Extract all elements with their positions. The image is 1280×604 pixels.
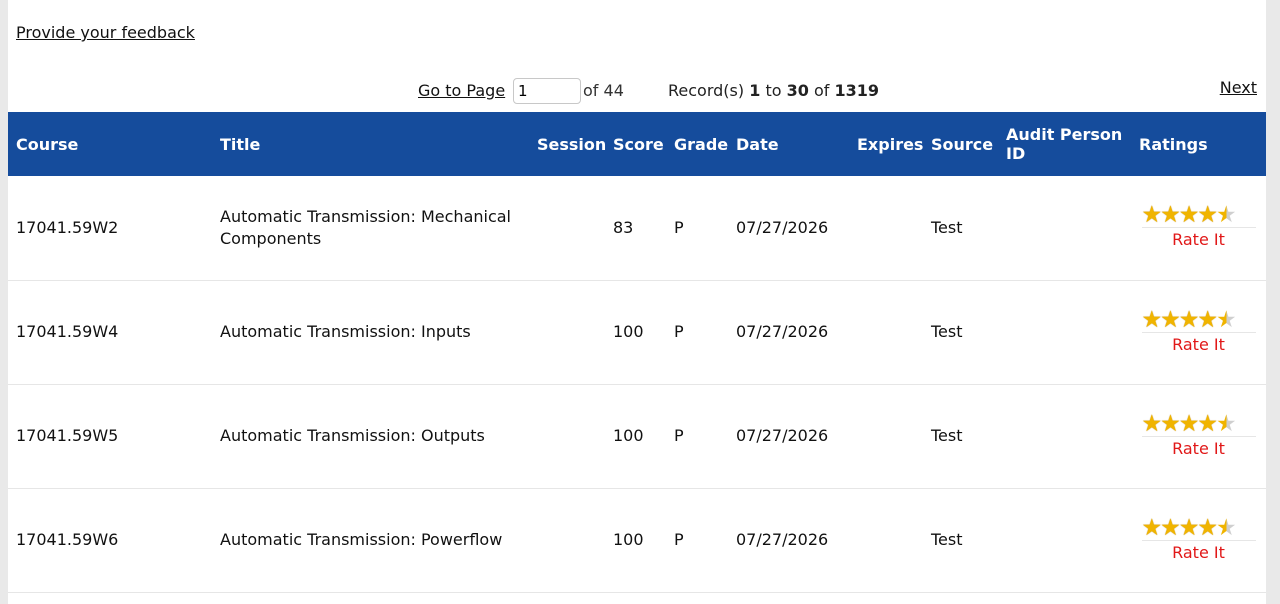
table-row: 17041.59W6 Automatic Transmission: Power… <box>8 488 1266 592</box>
rating-cell: ★★★★★ Rate It <box>1131 488 1266 592</box>
star-rating: ★★★★★ <box>1141 410 1256 437</box>
go-to-page-link[interactable]: Go to Page <box>418 81 505 100</box>
date-cell: 07/27/2026 <box>736 217 829 237</box>
transcript-table: Course Title Session Score Grade Date Ex… <box>8 112 1266 593</box>
audit-cell <box>998 280 1131 384</box>
rate-it-link[interactable]: Rate It <box>1139 334 1258 356</box>
records-summary: Record(s) 1 to 30 of 1319 <box>668 81 879 100</box>
header-audit-person-id[interactable]: Audit Person ID <box>998 112 1131 176</box>
session-cell <box>529 176 605 280</box>
header-ratings: Ratings <box>1139 134 1208 154</box>
header-grade[interactable]: Grade <box>666 112 728 176</box>
date-cell: 07/27/2026 <box>736 530 829 549</box>
table-row: 17041.59W5 Automatic Transmission: Outpu… <box>8 384 1266 488</box>
audit-cell <box>998 384 1131 488</box>
star-rating: ★★★★★ <box>1141 202 1256 229</box>
star-icon: ★ <box>1160 514 1181 541</box>
rating-cell: ★★★★★ Rate It <box>1131 176 1266 280</box>
header-expires[interactable]: Expires <box>849 112 923 176</box>
score-cell: 100 <box>613 530 644 549</box>
table-header-row: Course Title Session Score Grade Date Ex… <box>8 112 1266 176</box>
star-icon: ★ <box>1197 410 1218 437</box>
score-cell: 100 <box>613 426 644 445</box>
audit-cell <box>998 176 1131 280</box>
source-cell: Test <box>931 426 963 445</box>
expires-cell <box>849 384 923 488</box>
expires-cell <box>849 176 923 280</box>
table-row: 17041.59W4 Automatic Transmission: Input… <box>8 280 1266 384</box>
page-number-input[interactable] <box>513 78 581 104</box>
star-icon: ★ <box>1216 202 1237 229</box>
source-cell: Test <box>931 322 963 341</box>
session-cell <box>529 280 605 384</box>
records-to: to <box>765 81 782 100</box>
star-icon: ★ <box>1160 306 1181 333</box>
title-cell: Automatic Transmission: Powerflow <box>220 530 503 549</box>
expires-cell <box>849 488 923 592</box>
audit-cell <box>998 488 1131 592</box>
date-cell: 07/27/2026 <box>736 426 829 445</box>
page-container: Provide your feedback Go to Page of 44 R… <box>8 0 1266 604</box>
score-cell: 100 <box>613 322 644 341</box>
star-icon: ★ <box>1197 306 1218 333</box>
star-icon: ★ <box>1141 514 1163 541</box>
grade-cell: P <box>674 217 684 237</box>
grade-cell: P <box>674 322 684 341</box>
score-cell: 83 <box>613 217 634 237</box>
header-date[interactable]: Date <box>728 112 849 176</box>
header-source[interactable]: Source <box>923 112 998 176</box>
rate-it-link[interactable]: Rate It <box>1139 229 1258 251</box>
course-cell: 17041.59W6 <box>16 530 119 549</box>
star-icon: ★ <box>1197 202 1218 229</box>
records-end: 30 <box>786 81 809 100</box>
star-rating: ★★★★★ <box>1141 514 1256 541</box>
star-icon: ★ <box>1178 202 1200 229</box>
title-cell: Automatic Transmission: Outputs <box>220 426 485 445</box>
source-cell: Test <box>931 530 963 549</box>
star-icon: ★ <box>1178 514 1200 541</box>
rating-cell: ★★★★★ Rate It <box>1131 384 1266 488</box>
table-row: 17041.59W2 Automatic Transmission: Mecha… <box>8 176 1266 280</box>
session-cell <box>529 488 605 592</box>
records-of: of <box>813 81 830 100</box>
rate-it-link[interactable]: Rate It <box>1139 542 1258 564</box>
grade-cell: P <box>674 530 684 549</box>
expires-cell <box>849 280 923 384</box>
header-title[interactable]: Title <box>212 112 529 176</box>
next-page-link[interactable]: Next <box>1220 78 1257 97</box>
star-icon: ★ <box>1216 306 1237 333</box>
course-cell: 17041.59W4 <box>16 322 119 341</box>
star-icon: ★ <box>1216 514 1237 541</box>
rate-it-link[interactable]: Rate It <box>1139 438 1258 460</box>
star-icon: ★ <box>1178 306 1200 333</box>
grade-cell: P <box>674 426 684 445</box>
header-score[interactable]: Score <box>605 112 666 176</box>
star-icon: ★ <box>1178 410 1200 437</box>
records-start: 1 <box>749 81 761 100</box>
title-cell: Automatic Transmission: Inputs <box>220 322 471 341</box>
source-cell: Test <box>931 217 963 237</box>
records-total: 1319 <box>834 81 879 100</box>
header-course[interactable]: Course <box>8 112 212 176</box>
header-session[interactable]: Session <box>529 112 606 176</box>
star-rating: ★★★★★ <box>1141 306 1256 333</box>
pagination-bar: Go to Page of 44 Record(s) 1 to 30 of 13… <box>8 78 1266 106</box>
star-icon: ★ <box>1216 410 1237 437</box>
session-cell <box>529 384 605 488</box>
star-icon: ★ <box>1197 514 1218 541</box>
records-prefix: Record(s) <box>668 81 745 100</box>
course-cell: 17041.59W5 <box>16 426 119 445</box>
course-cell: 17041.59W2 <box>16 217 119 237</box>
total-pages-label: of 44 <box>583 81 624 100</box>
star-icon: ★ <box>1141 202 1163 229</box>
star-icon: ★ <box>1160 410 1181 437</box>
star-icon: ★ <box>1141 306 1163 333</box>
date-cell: 07/27/2026 <box>736 322 829 341</box>
rating-cell: ★★★★★ Rate It <box>1131 280 1266 384</box>
star-icon: ★ <box>1160 202 1181 229</box>
star-icon: ★ <box>1141 410 1163 437</box>
title-cell: Automatic Transmission: Mechanical Compo… <box>220 206 511 248</box>
feedback-link[interactable]: Provide your feedback <box>16 23 195 42</box>
